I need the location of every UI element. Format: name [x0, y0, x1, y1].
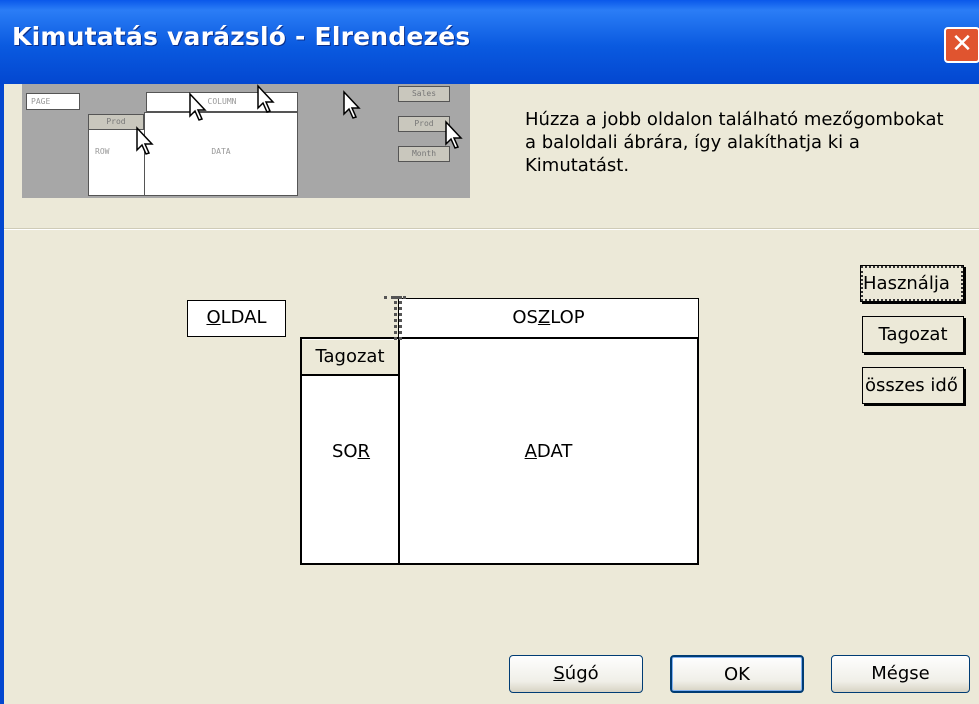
window-frame-left	[0, 84, 4, 704]
page-area[interactable]: OLDAL	[187, 300, 286, 337]
cursor-icon	[257, 84, 275, 113]
data-area[interactable]: ADAT	[398, 337, 699, 565]
cursor-icon	[445, 120, 463, 149]
window-title: Kimutatás varázsló - Elrendezés	[12, 22, 471, 51]
field-button-tagozat[interactable]: Tagozat	[862, 316, 964, 353]
instruction-text: Húzza a jobb oldalon található mezőgombo…	[525, 109, 944, 176]
close-button[interactable]: ✕	[944, 27, 979, 63]
cancel-button[interactable]: Mégse	[831, 655, 970, 693]
close-icon: ✕	[951, 29, 973, 59]
ok-button[interactable]: OK	[670, 655, 804, 693]
separator	[4, 228, 979, 230]
title-bar: Kimutatás varázsló - Elrendezés ✕	[0, 0, 979, 84]
cursor-icons	[136, 84, 463, 155]
cursor-icon	[136, 126, 154, 155]
drag-outline-top	[384, 296, 406, 303]
cursor-icon	[189, 92, 207, 121]
column-area[interactable]: OSZLOP	[398, 298, 699, 339]
field-button-hasznalja[interactable]: Használja	[860, 265, 964, 302]
row-field-tagozat[interactable]: Tagozat	[302, 340, 398, 376]
field-button-osszes-ido[interactable]: összes idő	[862, 367, 964, 404]
cursor-icon	[343, 90, 361, 119]
layout-preview-image: PAGE COLUMN ROW DATA Prod Sales Prod Mon…	[22, 84, 470, 198]
help-button[interactable]: Súgó	[509, 655, 643, 693]
